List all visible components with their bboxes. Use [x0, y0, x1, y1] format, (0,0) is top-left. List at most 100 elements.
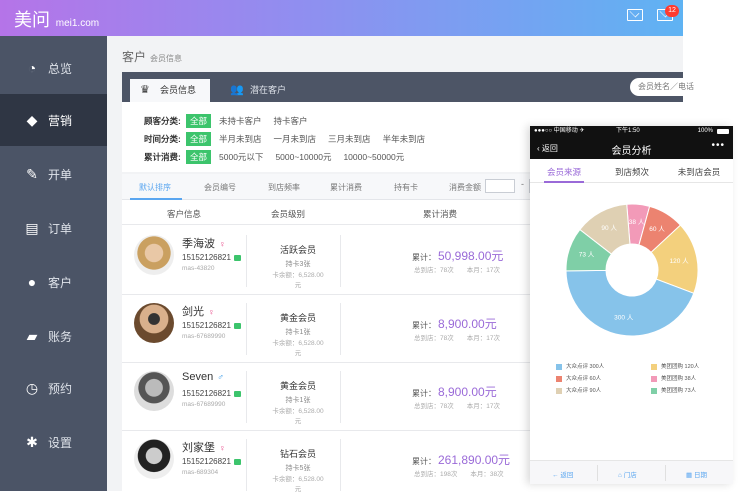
sort-default[interactable]: 默认排序 — [139, 182, 171, 193]
female-icon: ♀ — [208, 307, 215, 317]
sidebar-item-accounts[interactable]: ▰ 账务 — [0, 310, 107, 362]
sort-visit-frequency[interactable]: 到店频率 — [268, 182, 300, 193]
tab-member-info[interactable]: ♛ 会员信息 — [130, 79, 210, 102]
customer-id: mas-67689990 — [182, 401, 226, 408]
sort-member-id[interactable]: 会员编号 — [204, 182, 236, 193]
mobile-store-button[interactable]: ⌂ 门店 — [618, 469, 637, 479]
active-tab-indicator — [544, 181, 584, 183]
sidebar-item-booking[interactable]: ◷ 预约 — [0, 362, 107, 414]
avatar — [134, 235, 174, 275]
customer-name: 剑光 — [182, 306, 204, 318]
mobile-bottom-bar: ← 返回 ⌂ 门店 ▦ 日期 — [530, 460, 733, 484]
male-icon: ♂ — [217, 372, 224, 382]
tag-icon: ◆ — [26, 112, 38, 128]
filter-option[interactable]: 未持卡客户 — [219, 115, 262, 127]
sidebar-item-marketing[interactable]: ◆ 营销 — [0, 94, 107, 146]
timer-icon: ◷ — [25, 380, 39, 396]
visit-stats: 总到店：78次 本月：17次 — [414, 267, 500, 274]
sidebar-item-billing[interactable]: ✎ 开单 — [0, 148, 107, 200]
tab-absent-members[interactable]: 未到店会员 — [665, 166, 733, 178]
card-balance: 卡余额：6,528.00元 — [272, 340, 324, 357]
filter-option[interactable]: 三月未到店 — [328, 133, 371, 145]
member-level: 黄金会员 — [279, 381, 316, 391]
card-count: 持卡1张 — [285, 329, 311, 336]
person-icon: ● — [27, 274, 37, 290]
more-icon[interactable]: ••• — [711, 140, 725, 151]
customer-phone: 15152126821 — [182, 389, 231, 398]
visit-stats: 总到店：198次 本月：38次 — [414, 471, 504, 478]
sidebar: ◔ 总览 ◆ 营销 ✎ 开单 ▤ 订单 ● 客户 ▰ 账务 ◷ 预约 ✱ 设置 — [0, 36, 107, 491]
filter-customer-type: 顾客分类: 全部 未持卡客户 持卡客户 — [144, 114, 308, 128]
slice-label: 60 人 — [649, 225, 665, 233]
total-spend: 50,998.00元 — [438, 249, 504, 263]
mobile-preview: ●●●○○ 中国移动 ✈ 下午1:50 100% 会员分析 ‹ 返回 ••• 会… — [530, 126, 733, 484]
battery-icon — [717, 129, 729, 134]
customer-id: mas-43820 — [182, 265, 215, 272]
tab-visit-frequency[interactable]: 到店频次 — [598, 166, 666, 178]
message-icon — [233, 322, 241, 329]
slice-label: 120 人 — [670, 257, 690, 265]
filter-option[interactable]: 全部 — [186, 132, 212, 146]
filter-option[interactable]: 10000~50000元 — [343, 151, 404, 163]
tab-member-source[interactable]: 会员来源 — [530, 166, 598, 178]
logo[interactable]: 美问 mei1.com — [14, 6, 99, 32]
card-count: 持卡3张 — [285, 261, 311, 268]
member-level: 活跃会员 — [279, 245, 316, 255]
amount-min-input[interactable] — [485, 179, 515, 193]
crown-icon: ♛ — [140, 84, 150, 96]
slice-label: 73 人 — [579, 251, 595, 259]
filter-option[interactable]: 全部 — [186, 114, 212, 128]
slice-label: 300 人 — [614, 313, 634, 321]
notification-badge: 12 — [665, 5, 679, 17]
sidebar-item-orders[interactable]: ▤ 订单 — [0, 202, 107, 254]
status-bar: ●●●○○ 中国移动 ✈ 下午1:50 100% — [530, 126, 733, 137]
filter-time: 时间分类: 全部 半月未到店 一月未到店 三月未到店 半年未到店 — [144, 132, 426, 146]
mobile-date-button[interactable]: ▦ 日期 — [686, 469, 707, 479]
legend-item: 大众点评 90人 — [556, 386, 601, 394]
slice-label: 90 人 — [601, 224, 617, 232]
customer-id: mas-67689990 — [182, 333, 226, 340]
sidebar-item-settings[interactable]: ✱ 设置 — [0, 416, 107, 468]
avatar — [134, 371, 174, 411]
avatar — [134, 303, 174, 343]
sidebar-item-customers[interactable]: ● 客户 — [0, 256, 107, 308]
filter-option[interactable]: 半月未到店 — [219, 133, 262, 145]
customer-phone: 15152126821 — [182, 321, 231, 330]
customer-phone: 15152126821 — [182, 457, 231, 466]
mobile-tabs: 会员来源 到店频次 未到店会员 — [530, 159, 733, 183]
calendar-icon: ▦ — [686, 472, 694, 479]
customer-name: 刘家堡 — [182, 442, 215, 454]
legend-item: 大众点评 60人 — [556, 374, 601, 382]
sidebar-item-overview[interactable]: ◔ 总览 — [0, 42, 107, 94]
total-spend: 8,900.00元 — [438, 317, 497, 331]
search-input[interactable]: 会员姓名／电话 — [630, 78, 700, 96]
total-spend: 8,900.00元 — [438, 385, 497, 399]
tab-potential-customers[interactable]: 👥 潜在客户 — [220, 79, 286, 102]
mobile-back-button[interactable]: ‹ 返回 — [537, 143, 558, 154]
filter-option[interactable]: 半年未到店 — [383, 133, 426, 145]
sort-total-spend[interactable]: 累计消费 — [330, 182, 362, 193]
member-source-chart: 38 人 60 人 120 人 300 人 73 人 90 人 — [565, 203, 699, 337]
member-level: 黄金会员 — [279, 313, 316, 323]
filter-option[interactable]: 全部 — [186, 150, 212, 164]
female-icon: ♀ — [219, 239, 226, 249]
filter-option[interactable]: 5000~10000元 — [275, 151, 331, 163]
column-spend: 累计消费 — [423, 209, 458, 219]
sort-amount[interactable]: 消费金额 — [449, 182, 481, 193]
filter-option[interactable]: 5000元以下 — [219, 151, 263, 163]
mobile-return-button[interactable]: ← 返回 — [552, 469, 573, 479]
avatar — [134, 439, 174, 479]
sort-card[interactable]: 持有卡 — [394, 182, 418, 193]
visit-stats: 总到店：78次 本月：17次 — [414, 403, 500, 410]
filter-option[interactable]: 一月未到店 — [274, 133, 317, 145]
message-icon — [233, 254, 241, 261]
range-dash: - — [521, 179, 524, 189]
customer-id: mas-689304 — [182, 469, 219, 476]
filter-option[interactable]: 持卡客户 — [274, 115, 308, 127]
card-count: 持卡5张 — [285, 465, 311, 472]
envelope-icon[interactable] — [627, 9, 643, 21]
top-bar: 美问 mei1.com 12 — [0, 0, 683, 36]
message-icon — [233, 390, 241, 397]
folder-icon: ▰ — [26, 328, 38, 344]
filter-spend: 累计消费: 全部 5000元以下 5000~10000元 10000~50000… — [144, 150, 405, 164]
